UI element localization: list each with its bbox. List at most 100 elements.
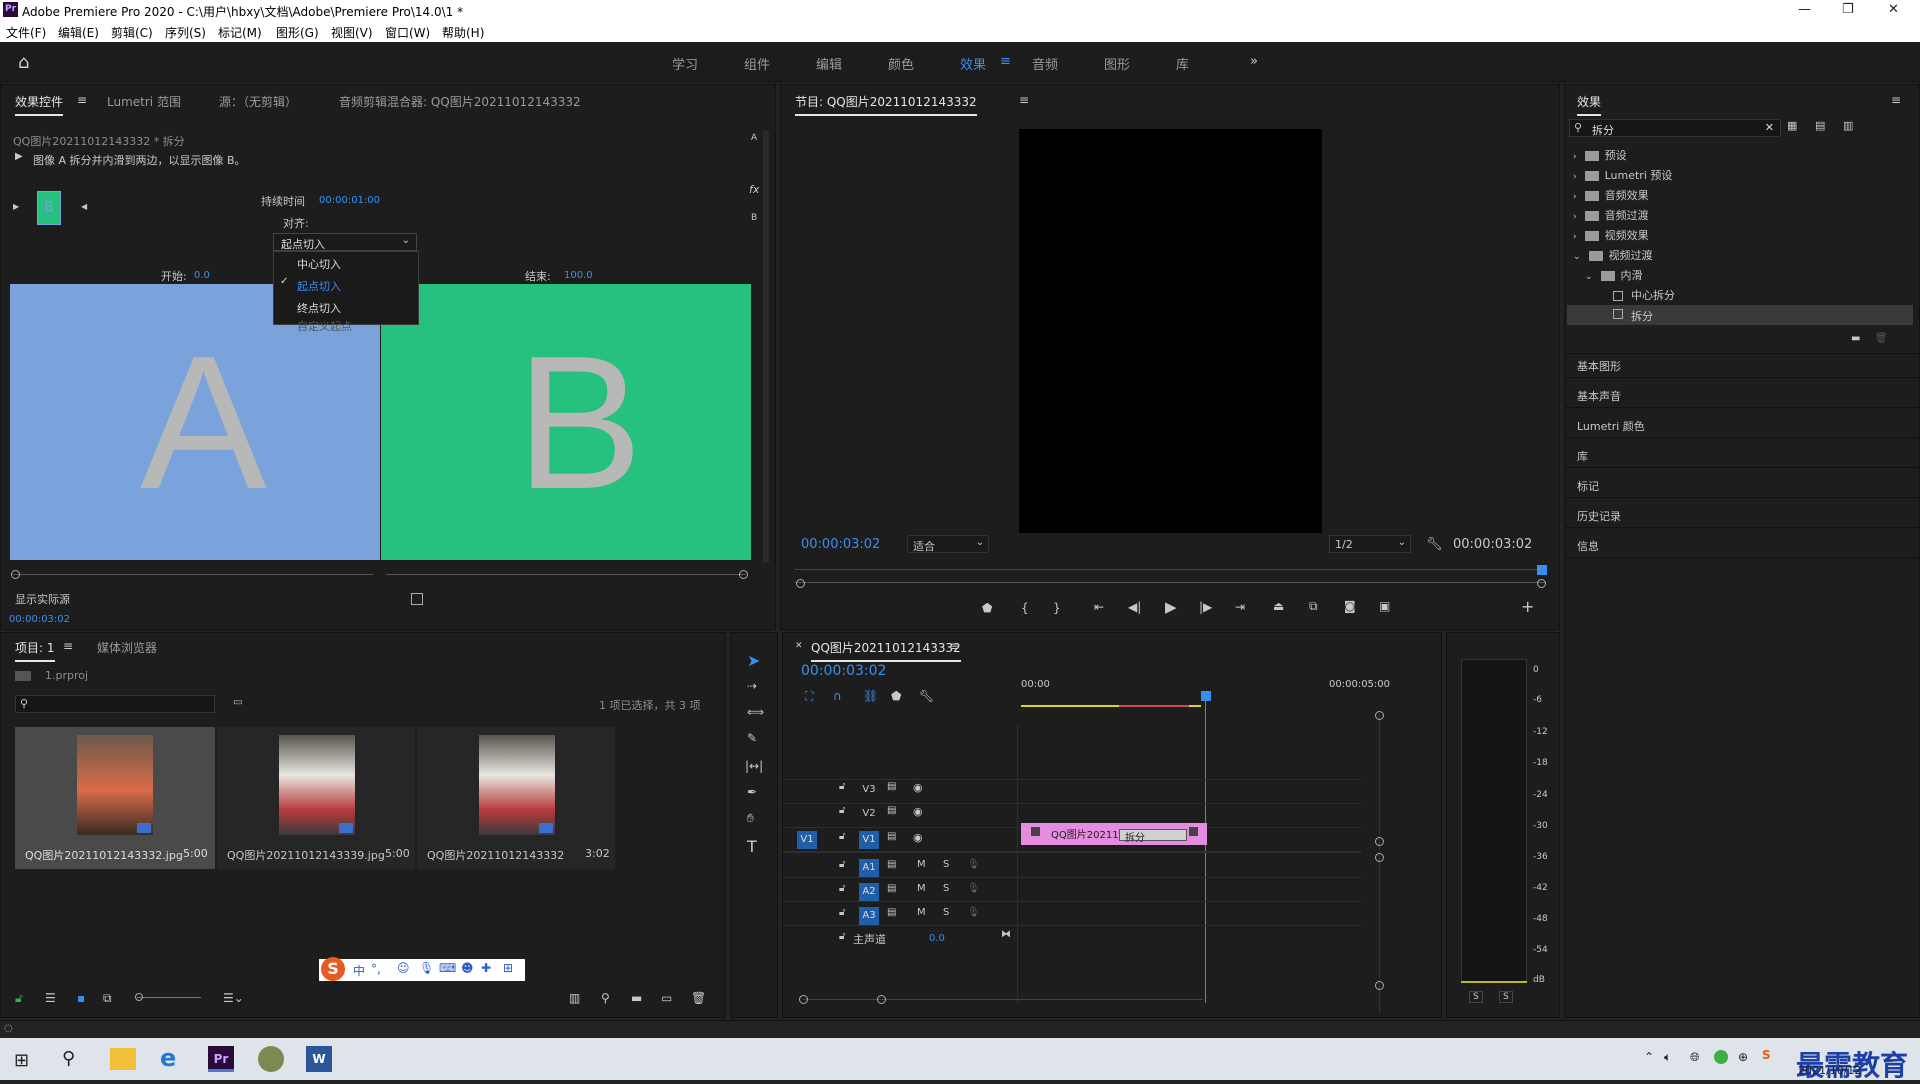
find-icon[interactable]: ⚲: [601, 991, 610, 1005]
end-value[interactable]: 100.0: [564, 270, 593, 281]
master-value[interactable]: 0.0: [929, 933, 945, 944]
lock-icon[interactable]: 🔓︎: [839, 907, 845, 918]
zoom-slider-handle[interactable]: [135, 993, 143, 1001]
slider-b-handle[interactable]: [739, 570, 748, 579]
new-bin-icon[interactable]: ▬: [631, 991, 642, 1005]
sync-lock-icon[interactable]: ▤: [887, 781, 896, 792]
tab-source[interactable]: 源：（无剪辑）: [219, 93, 297, 110]
pen-tool-icon[interactable]: ✒: [747, 785, 757, 799]
razor-icon[interactable]: ✎: [747, 731, 757, 745]
tree-item-lumetri-presets[interactable]: › Lumetri 预设: [1573, 167, 1913, 183]
scroll-handle-mid2[interactable]: [1375, 853, 1384, 862]
scroll-handle-top[interactable]: [1375, 711, 1384, 720]
project-menu-icon[interactable]: ≡: [63, 639, 73, 653]
tab-audio-clip-mixer[interactable]: 音频剪辑混合器: QQ图片20211012143332: [339, 93, 581, 110]
track-v2-label[interactable]: V2: [859, 805, 879, 823]
section-info[interactable]: 信息: [1577, 538, 1599, 554]
restore-icon[interactable]: ❐: [1842, 2, 1854, 17]
keyboard-icon[interactable]: ⌨: [439, 961, 456, 975]
workspace-color[interactable]: 颜色: [888, 54, 914, 73]
mic-icon[interactable]: 🎙︎: [967, 883, 980, 894]
section-libraries[interactable]: 库: [1577, 448, 1588, 464]
track-select-icon[interactable]: ⇢: [747, 679, 757, 693]
project-item-2[interactable]: QQ图片20211012143339.jpg 5:00: [217, 727, 415, 869]
section-essential-graphics[interactable]: 基本图形: [1577, 358, 1621, 374]
ime-punctuation[interactable]: °,: [371, 962, 381, 976]
slider-b-track[interactable]: [386, 574, 746, 575]
timeline-menu-icon[interactable]: ≡: [949, 639, 959, 653]
track-v1-label[interactable]: V1: [859, 831, 879, 849]
solo-button[interactable]: S: [943, 907, 949, 918]
tab-effect-controls[interactable]: 效果控件: [15, 93, 64, 116]
timeline-clip[interactable]: QQ图片202110 拆分: [1021, 823, 1207, 845]
microphone-icon[interactable]: 🎙︎: [419, 961, 434, 975]
solo-button[interactable]: S: [943, 883, 949, 894]
speaker-icon[interactable]: 🔈︎: [1664, 1050, 1671, 1065]
section-history[interactable]: 历史记录: [1577, 508, 1621, 524]
fit-dropdown[interactable]: 适合 ⌄: [907, 535, 989, 553]
workspace-effects[interactable]: 效果: [960, 54, 986, 73]
section-essential-sound[interactable]: 基本声音: [1577, 388, 1621, 404]
mute-button[interactable]: M: [917, 859, 926, 870]
h-scroll-handle-left[interactable]: [799, 995, 808, 1004]
tree-item-presets[interactable]: › 预设: [1573, 147, 1913, 163]
nest-icon[interactable]: ⛶: [805, 689, 813, 704]
zoom-handle-right[interactable]: [1537, 579, 1546, 588]
h-scrollbar[interactable]: [803, 999, 1203, 1000]
timeline-title[interactable]: QQ图片20211012143332: [811, 639, 961, 662]
tray-app-icon[interactable]: [1714, 1050, 1728, 1064]
settings-wrench-icon[interactable]: 🔧︎: [1426, 537, 1443, 552]
camera-icon[interactable]: ◙: [1344, 599, 1356, 613]
workspace-more-icon[interactable]: »: [1250, 54, 1258, 69]
mute-button[interactable]: M: [917, 883, 926, 894]
scroll-handle-bottom[interactable]: [1375, 981, 1384, 990]
zoom-handle-left[interactable]: [796, 579, 805, 588]
expand-arrow-icon[interactable]: ▶: [15, 151, 23, 162]
minimize-icon[interactable]: —: [1798, 2, 1811, 17]
slip-tool-icon[interactable]: |↔|: [745, 759, 763, 773]
sync-lock-icon[interactable]: ▤: [887, 859, 896, 870]
search-icon[interactable]: ⚲: [62, 1048, 75, 1069]
freeform-view-icon[interactable]: ⧉: [103, 991, 112, 1006]
mic-icon[interactable]: 🎙︎: [967, 859, 980, 870]
track-a3-label[interactable]: A3: [859, 907, 879, 925]
resolution-dropdown[interactable]: 1/2 ⌄: [1329, 535, 1411, 553]
eye-icon[interactable]: ◉: [913, 831, 923, 844]
scroll-handle-mid[interactable]: [1375, 837, 1384, 846]
lock-icon[interactable]: 🔓︎: [15, 991, 23, 1006]
h-scroll-handle-right[interactable]: [877, 995, 886, 1004]
32bit-effects-icon[interactable]: ▤: [1815, 119, 1825, 132]
tab-lumetri-scopes[interactable]: Lumetri 范围: [107, 93, 181, 110]
align-dropdown[interactable]: 起点切入 ⌄: [273, 233, 417, 251]
lock-icon[interactable]: 🔓︎: [839, 781, 845, 792]
selection-tool-icon[interactable]: ➤: [747, 651, 760, 670]
menu-edit[interactable]: 编辑(E): [58, 24, 99, 41]
go-to-in-icon[interactable]: ⇤: [1094, 600, 1104, 614]
track-v3-label[interactable]: V3: [859, 781, 879, 799]
option-start[interactable]: 起点切入: [297, 278, 341, 294]
word-icon[interactable]: W: [306, 1046, 332, 1072]
play-transition-icon[interactable]: ▶: [13, 202, 19, 211]
section-markers[interactable]: 标记: [1577, 478, 1599, 494]
premiere-taskbar-icon[interactable]: Pr: [208, 1046, 234, 1072]
timeline-playhead[interactable]: [1201, 691, 1211, 701]
lock-icon[interactable]: 🔓︎: [839, 931, 845, 942]
solo-right-button[interactable]: S: [1499, 991, 1513, 1003]
workspace-menu-icon[interactable]: ≡: [1000, 54, 1011, 69]
program-menu-icon[interactable]: ≡: [1019, 93, 1029, 107]
menu-window[interactable]: 窗口(W): [385, 24, 430, 41]
go-to-in-out-icon[interactable]: ⧓: [1001, 929, 1011, 940]
icon-view-icon[interactable]: ▪: [77, 991, 85, 1005]
sync-lock-icon[interactable]: ▤: [887, 907, 896, 918]
slider-a-handle[interactable]: [11, 570, 20, 579]
grid-icon[interactable]: ⊞: [503, 961, 513, 975]
tree-item-video-effects[interactable]: › 视频效果: [1573, 227, 1913, 243]
track-a2-label[interactable]: A2: [859, 883, 879, 901]
lock-icon[interactable]: 🔓︎: [839, 831, 845, 842]
eye-icon[interactable]: ◉: [913, 805, 923, 818]
zoom-slider[interactable]: [137, 997, 201, 998]
sort-icon[interactable]: ☰⌄: [223, 991, 244, 1005]
edge-icon[interactable]: e: [160, 1044, 176, 1072]
mute-button[interactable]: M: [917, 907, 926, 918]
eye-icon[interactable]: ◉: [913, 781, 923, 794]
